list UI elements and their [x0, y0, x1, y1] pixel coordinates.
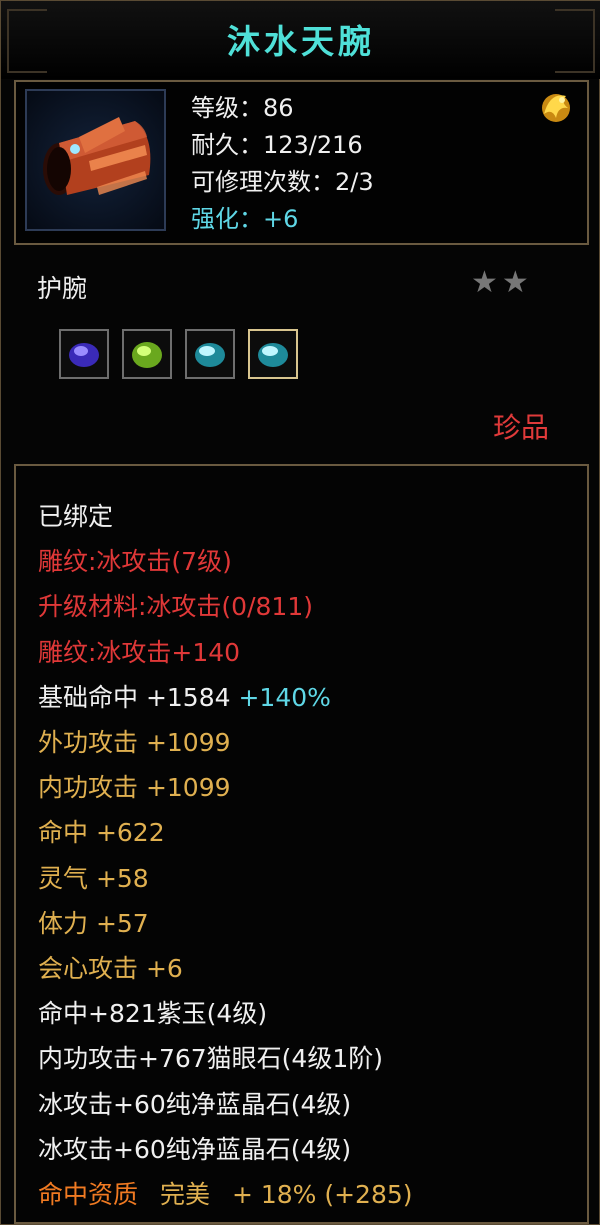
base-hit: 基础命中 +1584 — [38, 682, 231, 712]
gem-bonus-4: 冰攻击+60纯净蓝晶石(4级) — [38, 1134, 352, 1164]
base-hit-bonus: +140% — [238, 682, 331, 712]
gold-dragon-icon — [536, 86, 576, 126]
spirit-stat: 灵气 +58 — [38, 863, 149, 893]
durability-text: 耐久：123/216 — [191, 131, 363, 159]
gem-bonus-3: 冰攻击+60纯净蓝晶石(4级) — [38, 1089, 352, 1119]
aptitude-grade: 完美 — [159, 1180, 210, 1210]
enhance-text: 强化：+6 — [191, 205, 299, 233]
cyan-gem-icon[interactable] — [185, 329, 235, 379]
item-stats: 等级：86 耐久：123/216 可修理次数：2/3 强化：+6 — [191, 90, 374, 238]
purple-gem-icon[interactable] — [59, 329, 109, 379]
outer-attack: 外功攻击 +1099 — [38, 728, 231, 758]
inner-attack: 内功攻击 +1099 — [38, 773, 231, 803]
level-text: 等级：86 — [191, 94, 294, 122]
bracer-item-icon — [25, 89, 166, 231]
star-rating: ★★ — [471, 265, 533, 300]
rarity-label: 珍品 — [493, 411, 550, 444]
hit-stat: 命中 +622 — [38, 818, 165, 848]
item-header-panel: 等级：86 耐久：123/216 可修理次数：2/3 强化：+6 — [14, 80, 589, 245]
gem-bonus-2: 内功攻击+767猫眼石(4级1阶) — [38, 1044, 383, 1074]
base-hit-row: 基础命中 +1584 +140% — [38, 675, 413, 720]
attributes-panel: 已绑定 雕纹:冰攻击(7级) 升级材料:冰攻击(0/811) 雕纹:冰攻击+14… — [14, 464, 589, 1224]
repair-count-text: 可修理次数：2/3 — [191, 168, 374, 196]
upgrade-material: 升级材料:冰攻击(0/811) — [38, 592, 313, 622]
cyan-gem-icon[interactable] — [248, 329, 298, 379]
engrave-bonus: 雕纹:冰攻击+140 — [38, 637, 241, 667]
engrave-level: 雕纹:冰攻击(7级) — [38, 547, 232, 577]
item-type-label: 护腕 — [37, 274, 88, 303]
aptitude-value: + 18% (+285) — [231, 1180, 413, 1210]
stamina-stat: 体力 +57 — [38, 908, 149, 938]
crit-attack-stat: 会心攻击 +6 — [38, 954, 183, 984]
item-name: 沐水天腕 — [227, 22, 375, 61]
title-bar: 沐水天腕 — [1, 1, 600, 79]
aptitude-row: 命中资质 完美 + 18% (+285) — [38, 1172, 413, 1217]
bound-status: 已绑定 — [38, 502, 114, 531]
item-tooltip: 沐水天腕 等级：86 耐久：123/216 可修理次数：2/3 强化：+6 护腕… — [0, 0, 600, 1225]
aptitude-label: 命中资质 — [38, 1180, 139, 1210]
gem-bonus-1: 命中+821紫玉(4级) — [38, 999, 268, 1029]
green-gem-icon[interactable] — [122, 329, 172, 379]
